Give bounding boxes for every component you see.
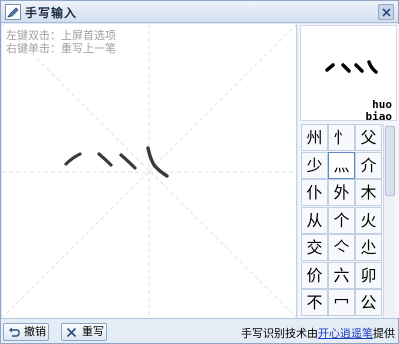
close-button[interactable] [378,4,394,20]
clear-icon [66,327,77,338]
candidate-cell[interactable]: 忄 [328,124,355,151]
hint-right-click: 右键单击：重写上一笔 [6,42,116,55]
candidate-cell[interactable]: 少 [301,151,328,179]
pen-icon [5,4,21,20]
candidate-cell[interactable]: 冖 [328,289,355,316]
candidate-cell[interactable]: 外 [328,179,355,206]
rewrite-label: 重写 [82,325,104,338]
close-icon [382,8,391,17]
candidate-cell[interactable]: 亽 [328,234,355,261]
scroll-thumb[interactable] [385,126,395,196]
undo-button[interactable]: 撤销 [3,323,49,341]
candidate-cell[interactable]: 个 [328,206,355,234]
candidate-cell[interactable]: 交 [301,234,328,261]
candidate-cell[interactable]: 介 [355,151,382,179]
candidate-cell[interactable]: 木 [355,179,382,206]
rewrite-button[interactable]: 重写 [61,323,107,341]
candidate-cell[interactable]: 不 [301,289,328,316]
guide-lines [2,24,297,318]
candidate-cell[interactable]: 公 [355,289,382,316]
candidate-cell[interactable]: 仆 [301,179,328,206]
title-bar[interactable]: 手写输入 [1,1,398,23]
handwriting-canvas[interactable]: 左键双击：上屏首选项 右键单击：重写上一笔 [2,24,297,318]
undo-label: 撤销 [24,325,46,338]
credit-link[interactable]: 开心逍遥笔 [318,327,373,340]
candidate-cell[interactable]: 六 [328,261,355,289]
candidate-cell[interactable]: 从 [301,206,328,234]
preview-glyph-icon [325,60,378,74]
candidate-cell[interactable]: 尐 [355,234,382,261]
footer-bar: 撤销 重写 手写识别技术由开心逍遥笔提供 [1,318,398,343]
candidate-cell[interactable]: 卯 [355,261,382,289]
credit-text: 手写识别技术由开心逍遥笔提供 [241,327,395,340]
candidate-cell[interactable]: 灬 [328,151,355,179]
candidate-cell[interactable]: 州 [301,124,328,151]
candidate-cell[interactable]: 火 [355,206,382,234]
pinyin-line-2: biao [365,110,393,123]
window-title: 手写输入 [25,6,78,20]
candidate-panel: huo biao 州忄父少灬介仆外木从个火交亽尐价六卯不冖公 [298,24,399,318]
candidate-scrollbar[interactable] [383,124,395,318]
candidate-cell[interactable]: 价 [301,261,328,289]
preview-box: huo biao [300,25,397,123]
handwriting-input-window: 手写输入 左键双击：上屏首选项 右键单击：重写上一笔 huo biao 州 忄 … [0,0,399,344]
candidate-cell[interactable]: 父 [355,124,382,151]
undo-icon [9,327,20,337]
